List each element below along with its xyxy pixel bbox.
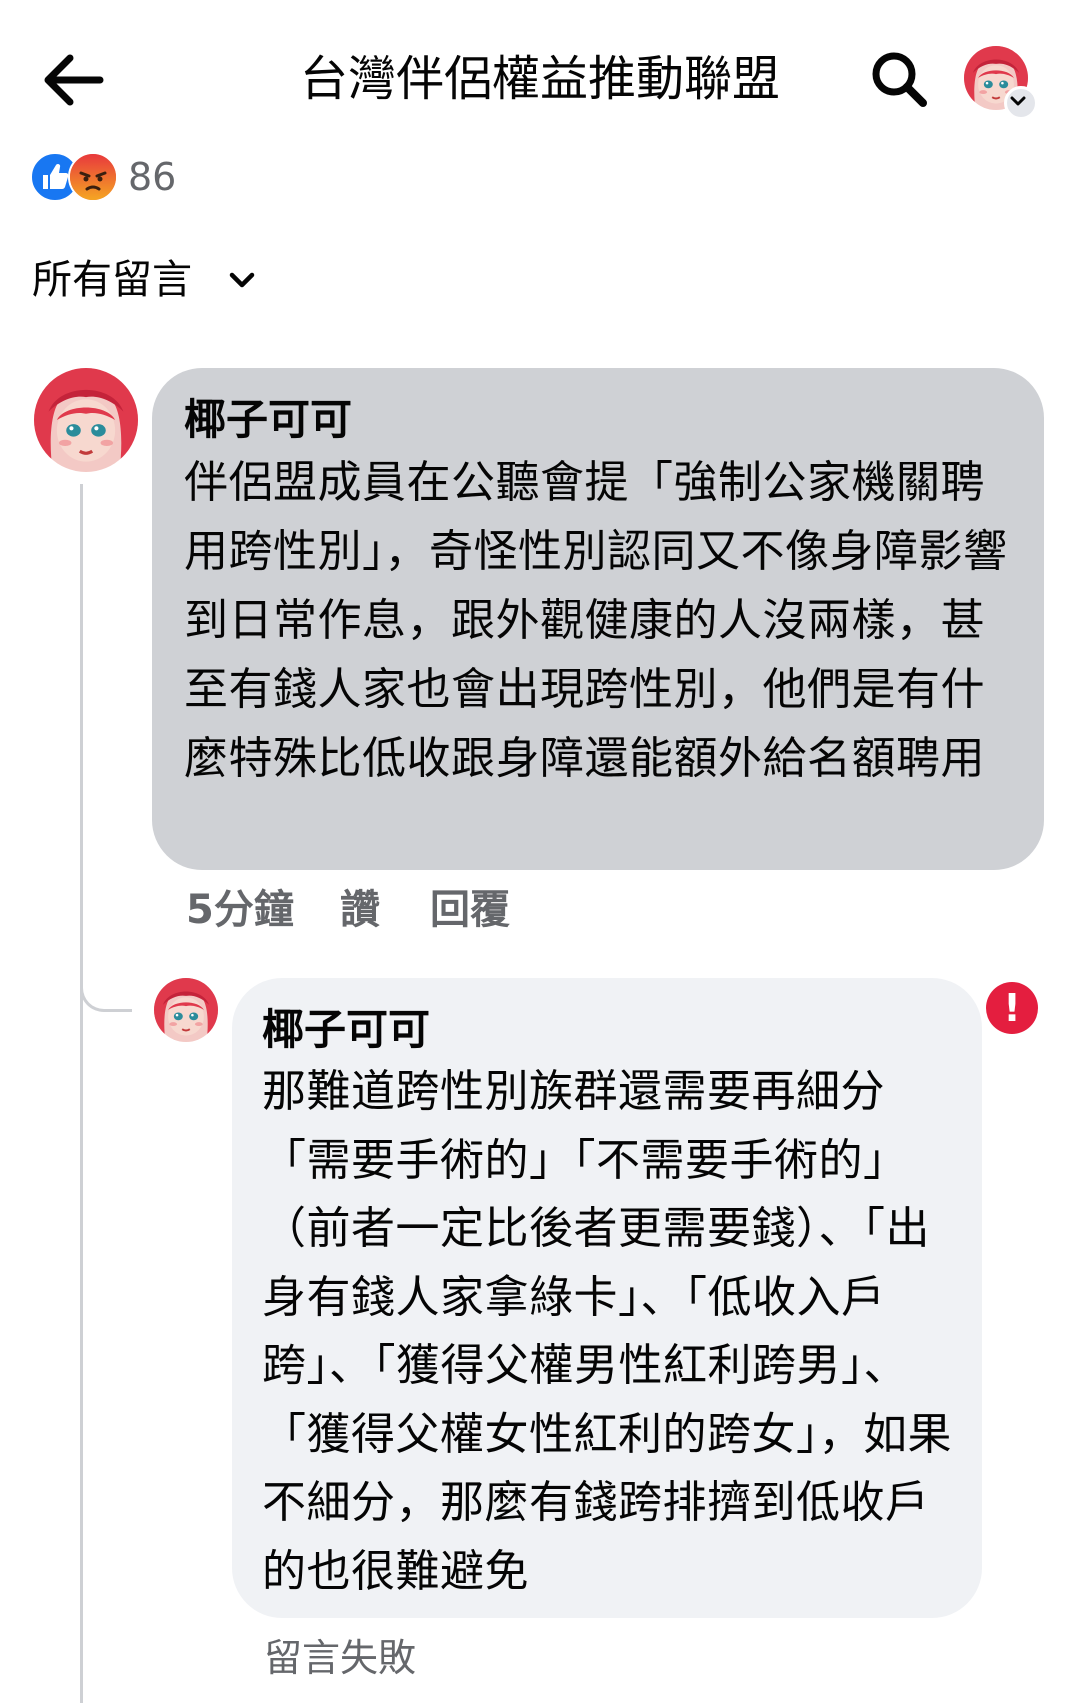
back-button[interactable]	[40, 50, 106, 110]
search-button[interactable]	[868, 48, 930, 110]
comment-author[interactable]: 椰子可可	[184, 392, 1008, 448]
reply-bubble[interactable]: 椰子可可 那難道跨性別族群還需要再細分「需要手術的」「不需要手術的」（前者一定比…	[232, 978, 982, 1618]
comment-bubble[interactable]: 椰子可可 伴侶盟成員在公聽會提「強制公家機關聘用跨性別」，奇怪性別認同又不像身障…	[152, 368, 1044, 870]
top-bar: 台灣伴侶權益推動聯盟	[0, 0, 1080, 160]
comment-text: 伴侶盟成員在公聽會提「強制公家機關聘用跨性別」，奇怪性別認同又不像身障影響到日常…	[184, 457, 1008, 784]
error-icon[interactable]: !	[986, 982, 1038, 1034]
avatar[interactable]	[154, 978, 218, 1042]
page-title: 台灣伴侶權益推動聯盟	[299, 51, 780, 107]
comment-failed-status[interactable]: 留言失敗	[264, 1632, 416, 1684]
angry-icon	[68, 152, 118, 202]
thread-line	[80, 484, 83, 1703]
chevron-down-icon	[229, 272, 255, 288]
reply-button[interactable]: 回覆	[430, 880, 510, 940]
chevron-down-icon	[1004, 86, 1038, 120]
profile-menu-button[interactable]	[964, 46, 1038, 120]
search-icon	[872, 52, 927, 107]
reply-text: 那難道跨性別族群還需要再細分「需要手術的」「不需要手術的」（前者一定比後者更需要…	[262, 1066, 952, 1597]
reply-connector	[80, 952, 132, 1012]
reply-author[interactable]: 椰子可可	[262, 1002, 952, 1058]
filter-label: 所有留言	[32, 257, 192, 303]
like-button[interactable]: 讚	[340, 880, 380, 940]
avatar[interactable]	[34, 368, 138, 472]
comment-timestamp[interactable]: 5分鐘	[186, 880, 294, 940]
arrow-left-icon	[44, 54, 104, 106]
reaction-count: 86	[128, 155, 177, 199]
